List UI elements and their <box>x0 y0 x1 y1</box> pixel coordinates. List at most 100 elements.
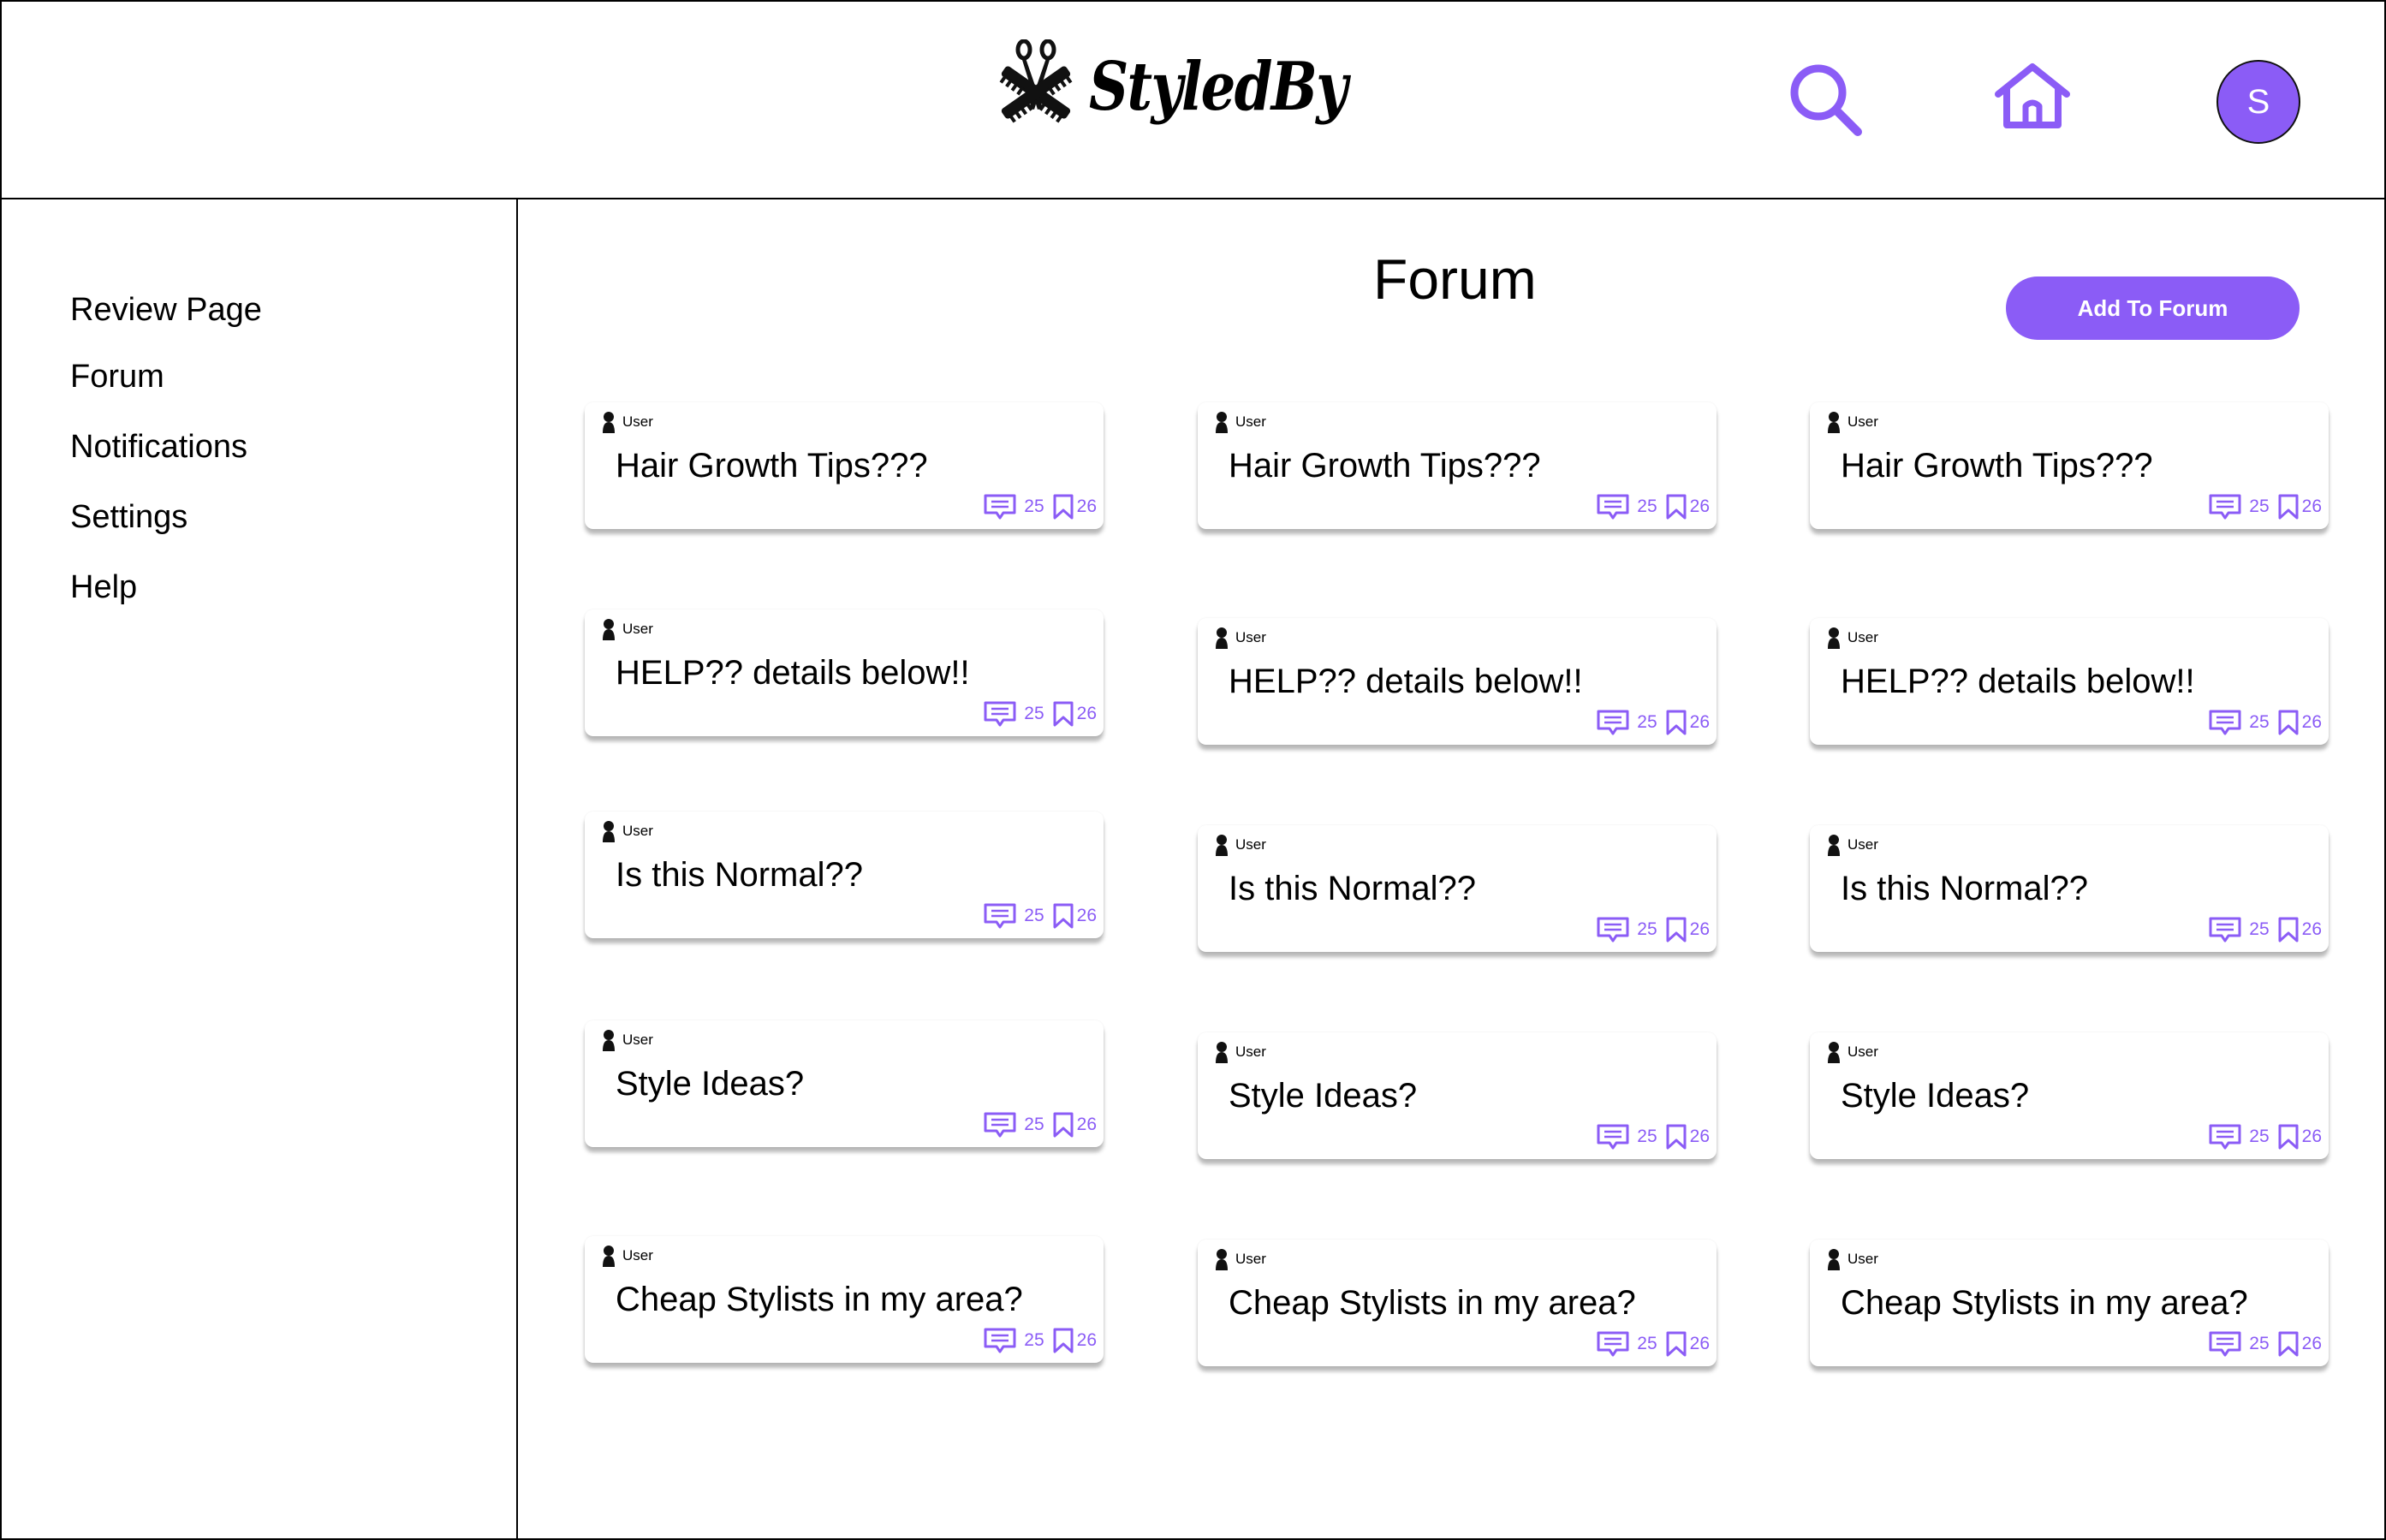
bookmark-icon[interactable] <box>2276 916 2300 943</box>
post-author-name: User <box>1235 629 1266 645</box>
comment-icon[interactable] <box>983 902 1017 930</box>
bookmark-icon[interactable] <box>2276 493 2300 520</box>
user-icon <box>1216 1249 1228 1270</box>
save-count: 26 <box>1076 704 1097 723</box>
comment-icon[interactable] <box>983 700 1017 728</box>
comment-icon[interactable] <box>1596 916 1630 943</box>
comment-icon[interactable] <box>2208 916 2242 943</box>
bookmark-icon[interactable] <box>1051 493 1075 520</box>
post-author: User <box>1827 1041 1878 1063</box>
forum-post-card[interactable]: User HELP?? details below!! 25 26 <box>585 609 1104 736</box>
forum-post-card[interactable]: User Cheap Stylists in my area? 25 26 <box>1810 1240 2329 1366</box>
save-count: 26 <box>1076 906 1097 925</box>
comment-count: 25 <box>1637 919 1657 939</box>
comment-icon[interactable] <box>2208 1330 2242 1358</box>
comment-count: 25 <box>1637 712 1657 732</box>
bookmark-icon[interactable] <box>2276 709 2300 736</box>
sidebar-item-settings[interactable]: Settings <box>70 499 187 536</box>
post-stats: 25 26 <box>2208 1330 2322 1358</box>
bookmark-icon[interactable] <box>1664 493 1688 520</box>
comment-icon[interactable] <box>983 493 1017 520</box>
add-to-forum-button[interactable]: Add To Forum <box>2006 276 2300 340</box>
comment-icon[interactable] <box>1596 709 1630 736</box>
user-icon <box>603 1030 615 1051</box>
bookmark-icon[interactable] <box>1664 1330 1688 1358</box>
forum-post-card[interactable]: User Style Ideas? 25 26 <box>1810 1032 2329 1159</box>
post-title: HELP?? details below!! <box>1841 663 2195 700</box>
user-icon <box>1828 1042 1840 1063</box>
bookmark-icon[interactable] <box>2276 1123 2300 1151</box>
comment-icon[interactable] <box>2208 1123 2242 1151</box>
bookmark-icon[interactable] <box>1051 1327 1075 1354</box>
save-count: 26 <box>1689 712 1710 732</box>
sidebar-item-notifications[interactable]: Notifications <box>70 429 247 466</box>
sidebar-item-forum[interactable]: Forum <box>70 359 164 395</box>
forum-post-card[interactable]: User Is this Normal?? 25 26 <box>585 812 1104 938</box>
forum-post-card[interactable]: User Style Ideas? 25 26 <box>585 1020 1104 1147</box>
post-author: User <box>1827 1248 1878 1270</box>
comment-count: 25 <box>2249 1127 2270 1146</box>
forum-post-card[interactable]: User Cheap Stylists in my area? 25 26 <box>1198 1240 1717 1366</box>
brand-logo[interactable]: StyledBy <box>993 39 1403 134</box>
user-icon <box>1216 835 1228 856</box>
save-count: 26 <box>1689 1334 1710 1353</box>
post-author: User <box>1215 1248 1266 1270</box>
forum-post-card[interactable]: User Is this Normal?? 25 26 <box>1810 825 2329 952</box>
bookmark-icon[interactable] <box>1051 1111 1075 1139</box>
comment-icon[interactable] <box>2208 709 2242 736</box>
save-count: 26 <box>1689 919 1710 939</box>
comment-icon[interactable] <box>2208 493 2242 520</box>
search-icon[interactable] <box>1786 60 1865 139</box>
comment-icon[interactable] <box>1596 1123 1630 1151</box>
post-author-name: User <box>1235 1251 1266 1267</box>
home-icon[interactable] <box>1991 62 2074 130</box>
post-title: Is this Normal?? <box>1841 870 2088 907</box>
forum-post-card[interactable]: User Hair Growth Tips??? 25 26 <box>1810 402 2329 529</box>
post-author: User <box>602 411 653 433</box>
forum-post-card[interactable]: User HELP?? details below!! 25 26 <box>1198 618 1717 745</box>
save-count: 26 <box>2301 712 2322 732</box>
post-author: User <box>1215 834 1266 856</box>
bookmark-icon[interactable] <box>1664 709 1688 736</box>
post-stats: 25 26 <box>983 1327 1097 1354</box>
user-icon <box>1216 1042 1228 1063</box>
post-title: Hair Growth Tips??? <box>1841 447 2153 485</box>
bookmark-icon[interactable] <box>1051 700 1075 728</box>
bookmark-icon[interactable] <box>2276 1330 2300 1358</box>
post-stats: 25 26 <box>1596 916 1710 943</box>
forum-post-card[interactable]: User Hair Growth Tips??? 25 26 <box>585 402 1104 529</box>
comment-icon[interactable] <box>1596 1330 1630 1358</box>
comment-icon[interactable] <box>983 1327 1017 1354</box>
sidebar-item-review-page[interactable]: Review Page <box>70 292 262 329</box>
bookmark-icon[interactable] <box>1664 916 1688 943</box>
comment-icon[interactable] <box>983 1111 1017 1139</box>
forum-post-card[interactable]: User HELP?? details below!! 25 26 <box>1810 618 2329 745</box>
post-author-name: User <box>1235 413 1266 430</box>
comment-count: 25 <box>1024 496 1044 516</box>
forum-post-card[interactable]: User Hair Growth Tips??? 25 26 <box>1198 402 1717 529</box>
post-stats: 25 26 <box>983 493 1097 520</box>
bookmark-icon[interactable] <box>1051 902 1075 930</box>
post-title: Style Ideas? <box>1229 1077 1418 1115</box>
post-author-name: User <box>1848 836 1878 853</box>
user-icon <box>1828 835 1840 856</box>
top-header: StyledBy S <box>0 0 2386 199</box>
bookmark-icon[interactable] <box>1664 1123 1688 1151</box>
sidebar: Review Page Forum Notifications Settings… <box>0 199 518 1540</box>
post-title: Is this Normal?? <box>616 856 863 894</box>
sidebar-item-help[interactable]: Help <box>70 569 137 606</box>
user-avatar[interactable]: S <box>2216 60 2300 144</box>
save-count: 26 <box>2301 919 2322 939</box>
post-stats: 25 26 <box>1596 1123 1710 1151</box>
forum-post-card[interactable]: User Cheap Stylists in my area? 25 26 <box>585 1236 1104 1363</box>
post-author-name: User <box>1235 836 1266 853</box>
post-author-name: User <box>1235 1044 1266 1060</box>
post-title: HELP?? details below!! <box>1229 663 1583 700</box>
forum-post-card[interactable]: User Style Ideas? 25 26 <box>1198 1032 1717 1159</box>
comment-count: 25 <box>1637 1127 1657 1146</box>
user-icon <box>1828 627 1840 649</box>
post-author-name: User <box>622 413 653 430</box>
post-author-name: User <box>622 1032 653 1048</box>
comment-icon[interactable] <box>1596 493 1630 520</box>
forum-post-card[interactable]: User Is this Normal?? 25 26 <box>1198 825 1717 952</box>
